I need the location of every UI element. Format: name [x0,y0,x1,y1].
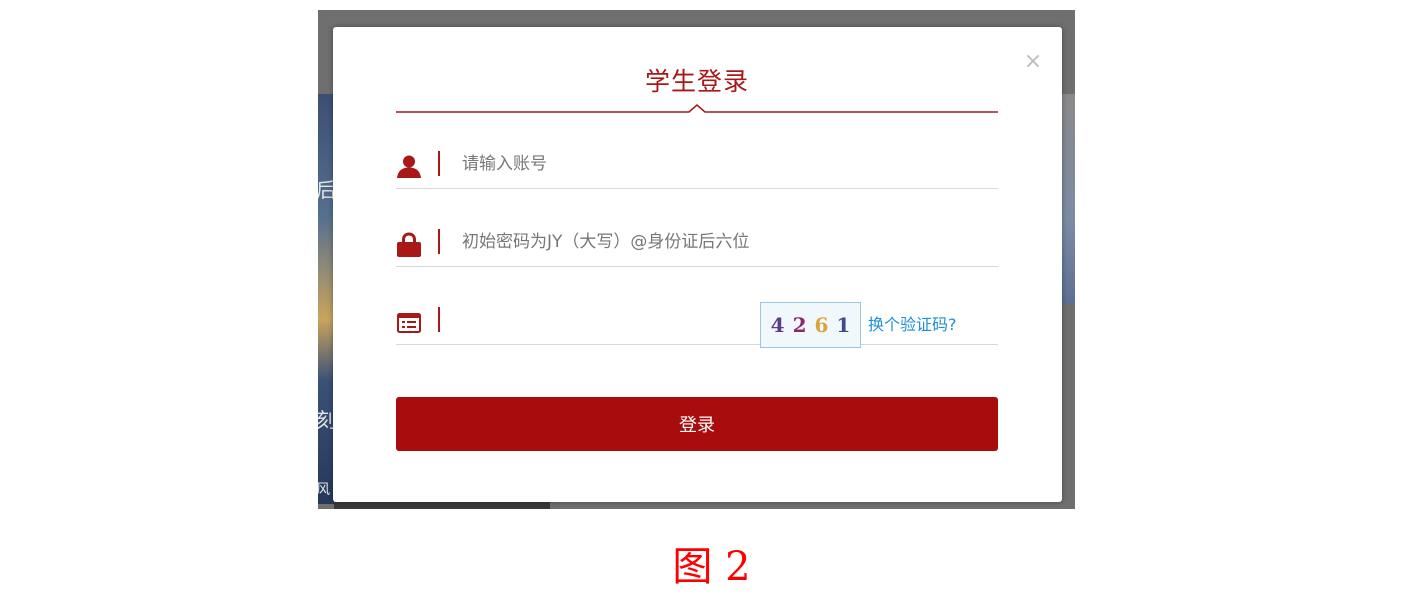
form-list-icon [396,309,422,335]
field-separator [438,151,440,176]
captcha-digit: 4 [770,313,785,337]
account-row [396,139,998,189]
title-divider [396,104,998,113]
background-bar [334,502,550,509]
captcha-digit: 6 [814,313,829,337]
background-banner-left: 后 刻 风 [318,94,336,504]
password-row [396,217,998,267]
lock-icon [396,231,422,257]
field-separator [438,229,440,254]
captcha-row: 4 2 6 1 换个验证码? [396,295,998,348]
background-banner-right [1061,94,1075,304]
refresh-captcha-link[interactable]: 换个验证码? [868,311,957,335]
background-glyph: 风 [318,482,330,498]
login-button[interactable]: 登录 [396,397,998,451]
account-input[interactable] [462,147,982,181]
captcha-image[interactable]: 4 2 6 1 [760,302,861,348]
dialog-title: 学生登录 [644,67,749,96]
captcha-digit: 1 [836,313,851,337]
user-icon [396,153,422,179]
captcha-input[interactable] [462,303,752,337]
field-separator [438,307,440,332]
captcha-digit: 2 [792,313,807,337]
figure-caption: 图 2 [672,544,751,590]
password-input[interactable] [462,225,982,259]
close-icon[interactable]: × [1023,51,1043,73]
